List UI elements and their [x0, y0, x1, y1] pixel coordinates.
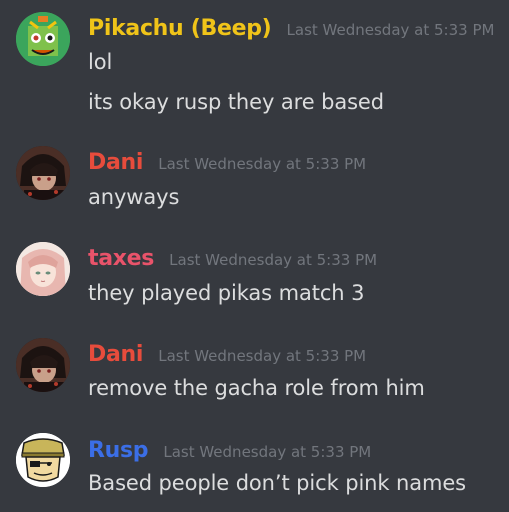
avatar[interactable]: [16, 12, 70, 66]
avatar[interactable]: [16, 242, 70, 296]
timestamp: Last Wednesday at 5:33 PM: [163, 443, 372, 461]
message-text: its okay rusp they are based: [88, 90, 384, 114]
timestamp: Last Wednesday at 5:33 PM: [158, 155, 367, 173]
dani-avatar-icon: [16, 146, 70, 200]
timestamp: Last Wednesday at 5:33 PM: [158, 347, 367, 365]
message-text: Based people don’t pick pink names: [88, 471, 467, 495]
message-text: lol: [88, 50, 113, 74]
username[interactable]: Pikachu (Beep): [88, 16, 272, 41]
pikachu-avatar-icon: [16, 12, 70, 66]
rusp-avatar-icon: [16, 433, 70, 487]
avatar[interactable]: [16, 338, 70, 392]
message-text: remove the gacha role from him: [88, 376, 425, 400]
username[interactable]: Dani: [88, 150, 143, 175]
username[interactable]: Rusp: [88, 438, 149, 463]
username[interactable]: taxes: [88, 246, 154, 271]
timestamp: Last Wednesday at 5:33 PM: [169, 251, 378, 269]
message-text: they played pikas match 3: [88, 281, 365, 305]
message-text: anyways: [88, 185, 180, 209]
avatar[interactable]: [16, 433, 70, 487]
dani-avatar-icon: [16, 338, 70, 392]
taxes-avatar-icon: [16, 242, 70, 296]
avatar[interactable]: [16, 146, 70, 200]
timestamp: Last Wednesday at 5:33 PM: [286, 21, 495, 39]
username[interactable]: Dani: [88, 342, 143, 367]
